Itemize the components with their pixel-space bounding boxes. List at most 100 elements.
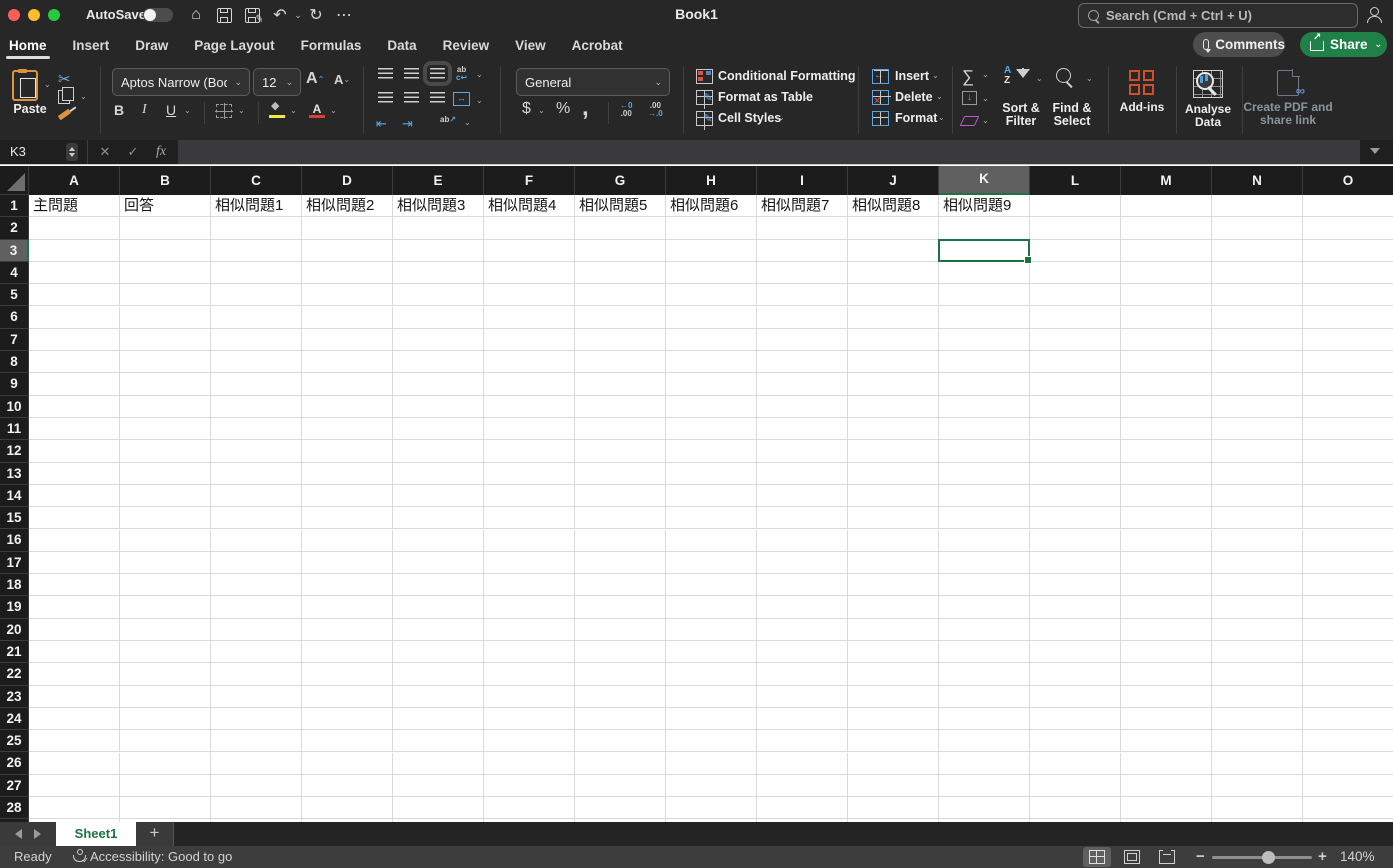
cell-E27[interactable] xyxy=(393,774,484,798)
row-header-28[interactable]: 28 xyxy=(0,797,29,820)
cell-F14[interactable] xyxy=(484,484,575,508)
cell-G19[interactable] xyxy=(575,596,666,619)
cell-D15[interactable] xyxy=(302,507,393,530)
format-as-table-chevron-icon[interactable]: ⌄ xyxy=(802,92,809,101)
cell-K4[interactable] xyxy=(939,261,1030,285)
sort-filter-button[interactable]: Sort & Filter xyxy=(996,102,1046,128)
cell-I3[interactable] xyxy=(757,239,848,262)
cell-B5[interactable] xyxy=(120,284,211,307)
cell-M27[interactable] xyxy=(1121,774,1212,798)
cell-G4[interactable] xyxy=(575,261,666,285)
cell-B18[interactable] xyxy=(120,574,211,597)
paste-button[interactable]: Paste xyxy=(8,102,52,116)
cell-J20[interactable] xyxy=(848,618,939,641)
cell-M14[interactable] xyxy=(1121,484,1212,508)
cell-F9[interactable] xyxy=(484,373,575,396)
percent-format-icon[interactable]: % xyxy=(556,100,570,118)
wrap-text-icon[interactable]: ab c↩ xyxy=(456,66,467,82)
cell-K21[interactable] xyxy=(939,641,1030,664)
cell-I24[interactable] xyxy=(757,707,848,731)
cell-E12[interactable] xyxy=(393,440,484,463)
cell-M16[interactable] xyxy=(1121,529,1212,552)
cell-H17[interactable] xyxy=(666,551,757,575)
cell-M15[interactable] xyxy=(1121,507,1212,530)
cell-D9[interactable] xyxy=(302,373,393,396)
cell-G5[interactable] xyxy=(575,284,666,307)
cell-L3[interactable] xyxy=(1030,239,1121,262)
tab-draw[interactable]: Draw xyxy=(134,36,169,55)
cell-O19[interactable] xyxy=(1303,596,1393,619)
formula-bar-expand-icon[interactable] xyxy=(1370,148,1380,154)
cell-G20[interactable] xyxy=(575,618,666,641)
cell-A5[interactable] xyxy=(29,284,120,307)
cell-L14[interactable] xyxy=(1030,484,1121,508)
cell-styles-icon[interactable] xyxy=(696,111,713,130)
merge-chevron-icon[interactable]: ⌄ xyxy=(476,96,483,105)
cell-A25[interactable] xyxy=(29,730,120,753)
cell-L18[interactable] xyxy=(1030,574,1121,597)
conditional-formatting-icon[interactable] xyxy=(696,69,713,84)
cell-K28[interactable] xyxy=(939,797,1030,820)
cell-N12[interactable] xyxy=(1212,440,1303,463)
cell-M7[interactable] xyxy=(1121,328,1212,352)
cell-J19[interactable] xyxy=(848,596,939,619)
cell-M4[interactable] xyxy=(1121,261,1212,285)
cut-icon[interactable]: ✂ xyxy=(58,70,71,88)
cell-A13[interactable] xyxy=(29,462,120,485)
cell-C9[interactable] xyxy=(211,373,302,396)
tab-page-layout[interactable]: Page Layout xyxy=(193,36,275,55)
row-header-25[interactable]: 25 xyxy=(0,730,29,753)
cell-M22[interactable] xyxy=(1121,663,1212,686)
cell-E19[interactable] xyxy=(393,596,484,619)
cell-E20[interactable] xyxy=(393,618,484,641)
cell-A21[interactable] xyxy=(29,641,120,664)
cell-K2[interactable] xyxy=(939,217,1030,240)
cell-E17[interactable] xyxy=(393,551,484,575)
borders-icon[interactable] xyxy=(215,103,233,119)
cell-B7[interactable] xyxy=(120,328,211,352)
cell-M25[interactable] xyxy=(1121,730,1212,753)
cell-K10[interactable] xyxy=(939,395,1030,418)
row-header-8[interactable]: 8 xyxy=(0,351,29,374)
cell-I6[interactable] xyxy=(757,306,848,329)
cell-F13[interactable] xyxy=(484,462,575,485)
cell-C24[interactable] xyxy=(211,707,302,731)
cell-E7[interactable] xyxy=(393,328,484,352)
cell-I21[interactable] xyxy=(757,641,848,664)
page-layout-view-button[interactable] xyxy=(1118,847,1146,867)
find-select-icon[interactable] xyxy=(1054,68,1076,90)
insert-cells-icon[interactable] xyxy=(872,69,889,84)
zoom-in-button[interactable]: + xyxy=(1318,848,1327,865)
cell-C6[interactable] xyxy=(211,306,302,329)
cell-B13[interactable] xyxy=(120,462,211,485)
cell-M20[interactable] xyxy=(1121,618,1212,641)
cell-L19[interactable] xyxy=(1030,596,1121,619)
fill-color-chevron-icon[interactable]: ⌄ xyxy=(290,106,297,115)
cell-G15[interactable] xyxy=(575,507,666,530)
column-header-L[interactable]: L xyxy=(1030,166,1121,195)
cell-H12[interactable] xyxy=(666,440,757,463)
cell-D4[interactable] xyxy=(302,261,393,285)
row-header-13[interactable]: 13 xyxy=(0,462,29,485)
cell-I22[interactable] xyxy=(757,663,848,686)
cell-I26[interactable] xyxy=(757,752,848,775)
cell-O9[interactable] xyxy=(1303,373,1393,396)
cell-K27[interactable] xyxy=(939,774,1030,798)
cell-B15[interactable] xyxy=(120,507,211,530)
cell-C1[interactable]: 相似問題1 xyxy=(211,195,302,218)
cell-A12[interactable] xyxy=(29,440,120,463)
cell-F23[interactable] xyxy=(484,685,575,708)
cell-E16[interactable] xyxy=(393,529,484,552)
cell-I2[interactable] xyxy=(757,217,848,240)
font-name-select[interactable]: Aptos Narrow (Bod... ⌄ xyxy=(112,68,250,96)
cell-K8[interactable] xyxy=(939,351,1030,374)
cell-D3[interactable] xyxy=(302,239,393,262)
tab-data[interactable]: Data xyxy=(386,36,417,55)
cell-F15[interactable] xyxy=(484,507,575,530)
cell-N18[interactable] xyxy=(1212,574,1303,597)
align-bottom-icon[interactable] xyxy=(423,61,452,86)
cell-G14[interactable] xyxy=(575,484,666,508)
cell-A6[interactable] xyxy=(29,306,120,329)
cell-L21[interactable] xyxy=(1030,641,1121,664)
cell-styles-chevron-icon[interactable]: ⌄ xyxy=(778,113,785,122)
